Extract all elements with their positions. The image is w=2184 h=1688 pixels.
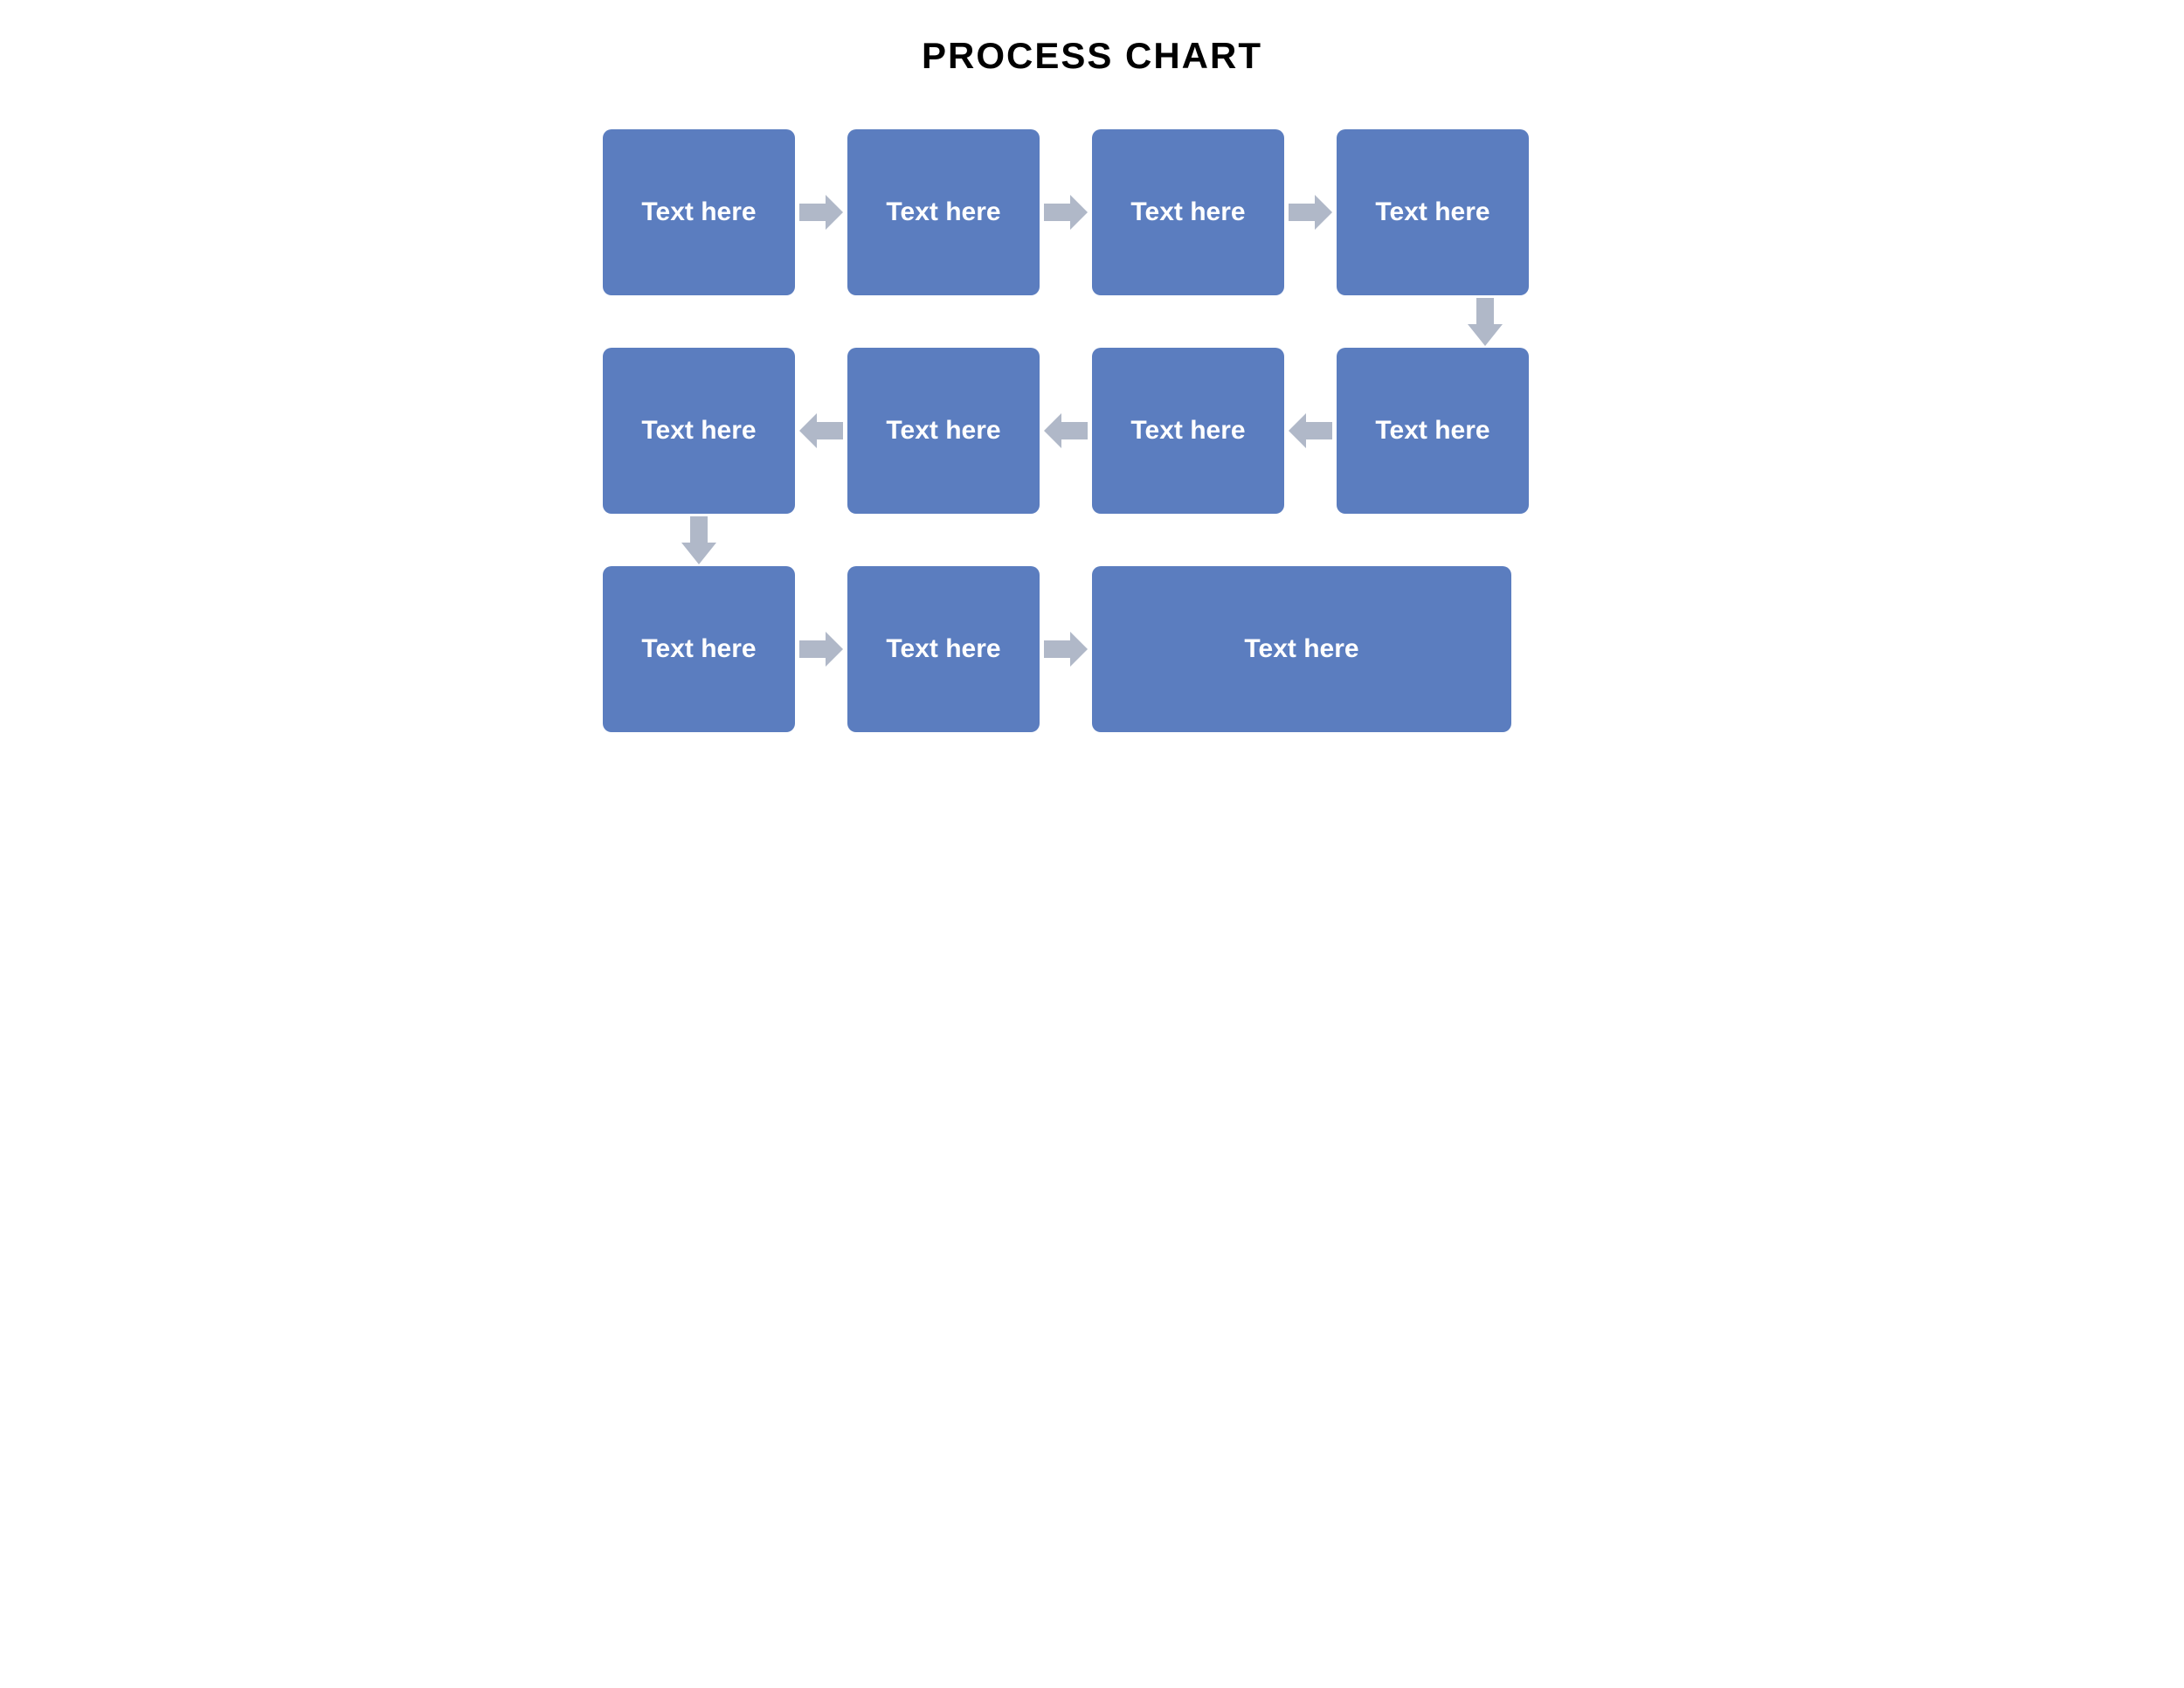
box-r3b2[interactable]: Text here bbox=[847, 566, 1040, 732]
arrow-r1-3 bbox=[1284, 195, 1337, 230]
box-r1b4[interactable]: Text here bbox=[1337, 129, 1529, 295]
box-r3b3[interactable]: Text here bbox=[1092, 566, 1511, 732]
row-1: Text here Text here Text here bbox=[603, 129, 1581, 295]
box-r1b1[interactable]: Text here bbox=[603, 129, 795, 295]
box-r2b1[interactable]: Text here bbox=[603, 348, 795, 514]
arrow-r2-1 bbox=[795, 413, 847, 448]
page-title: PROCESS CHART bbox=[568, 35, 1616, 77]
chart-area: Text here Text here Text here bbox=[568, 129, 1616, 732]
page-container: PROCESS CHART Text here Text here bbox=[568, 35, 1616, 732]
box-r2b3[interactable]: Text here bbox=[1092, 348, 1284, 514]
arrow-r3-2 bbox=[1040, 632, 1092, 667]
down-arrow-right bbox=[603, 295, 1581, 348]
box-r3b1[interactable]: Text here bbox=[603, 566, 795, 732]
row-2: Text here Text here Text here bbox=[603, 348, 1581, 514]
arrow-r3-1 bbox=[795, 632, 847, 667]
arrow-r2-3 bbox=[1284, 413, 1337, 448]
down-arrow-left bbox=[603, 514, 1581, 566]
row-3: Text here Text here Text here bbox=[603, 566, 1581, 732]
arrow-r1-1 bbox=[795, 195, 847, 230]
arrow-r2-2 bbox=[1040, 413, 1092, 448]
box-r2b4[interactable]: Text here bbox=[1337, 348, 1529, 514]
arrow-r1-2 bbox=[1040, 195, 1092, 230]
box-r2b2[interactable]: Text here bbox=[847, 348, 1040, 514]
box-r1b3[interactable]: Text here bbox=[1092, 129, 1284, 295]
box-r1b2[interactable]: Text here bbox=[847, 129, 1040, 295]
